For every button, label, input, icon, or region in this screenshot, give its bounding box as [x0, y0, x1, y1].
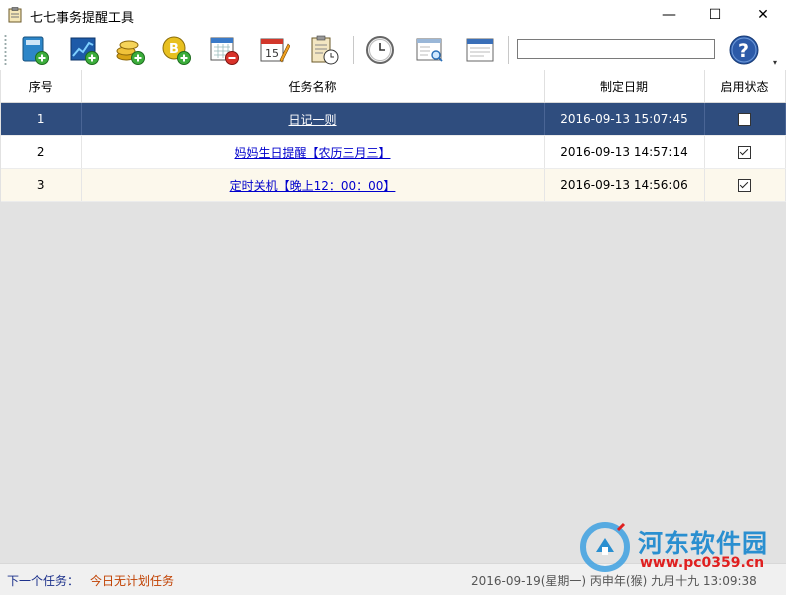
- row-date: 2016-09-13 15:07:45: [544, 102, 705, 136]
- clock-button[interactable]: [363, 33, 397, 67]
- maximize-button[interactable]: ☐: [692, 0, 738, 30]
- header-status[interactable]: 启用状态: [704, 70, 786, 103]
- table-row[interactable]: 1 日记一则 2016-09-13 15:07:45: [1, 102, 786, 136]
- add-task-button[interactable]: [17, 33, 51, 67]
- header-date[interactable]: 制定日期: [544, 70, 705, 103]
- task-schedule-button[interactable]: [307, 33, 341, 67]
- calendar-edit-icon: 15: [260, 38, 290, 63]
- row-status-cell: [704, 102, 786, 136]
- svg-text:?: ?: [738, 40, 749, 62]
- add-bitcoin-icon: B: [162, 36, 191, 65]
- svg-text:B: B: [169, 42, 179, 57]
- add-chart-icon: [70, 37, 99, 65]
- next-task-value: 今日无计划任务: [90, 574, 175, 588]
- add-coins-icon: [116, 40, 145, 65]
- task-name-link[interactable]: 定时关机【晚上12：00：00】: [230, 179, 396, 193]
- clipboard-app-icon: [8, 7, 22, 23]
- toolbar: B 15 ? ▾: [0, 30, 786, 70]
- help-button[interactable]: ?: [727, 33, 761, 67]
- window-button[interactable]: [463, 33, 497, 67]
- row-date: 2016-09-13 14:56:06: [544, 168, 705, 202]
- enabled-checkbox[interactable]: [738, 179, 751, 192]
- add-coins-button[interactable]: [113, 33, 147, 67]
- watermark: 河东软件园 www.pc0359.cn: [578, 518, 782, 572]
- row-status-cell: [704, 135, 786, 169]
- add-chart-button[interactable]: [67, 33, 101, 67]
- search-window-button[interactable]: [413, 33, 447, 67]
- row-no: 2: [1, 135, 82, 169]
- row-task-name-cell: 日记一则: [81, 102, 545, 136]
- delete-task-button[interactable]: [207, 33, 241, 67]
- edit-date-button[interactable]: 15: [257, 33, 291, 67]
- task-name-link[interactable]: 日记一则: [288, 113, 336, 127]
- header-task-name[interactable]: 任务名称: [81, 70, 545, 103]
- toolbar-grip[interactable]: [4, 34, 7, 66]
- watermark-url: www.pc0359.cn: [640, 555, 765, 571]
- table-row[interactable]: 2 妈妈生日提醒【农历三月三】 2016-09-13 14:57:14: [1, 135, 786, 169]
- window-title: 七七事务提醒工具: [30, 11, 135, 26]
- row-date: 2016-09-13 14:57:14: [544, 135, 705, 169]
- enabled-checkbox[interactable]: [738, 146, 751, 159]
- window-search-icon: [416, 38, 443, 62]
- toolbar-overflow-icon[interactable]: ▾: [773, 58, 777, 67]
- clipboard-clock-icon: [311, 35, 339, 65]
- search-input[interactable]: [517, 39, 715, 59]
- enabled-checkbox[interactable]: [738, 113, 751, 126]
- minimize-button[interactable]: —: [646, 0, 692, 30]
- add-bitcoin-button[interactable]: B: [159, 33, 193, 67]
- row-no: 1: [1, 102, 82, 136]
- table-row[interactable]: 3 定时关机【晚上12：00：00】 2016-09-13 14:56:06: [1, 168, 786, 202]
- toolbar-separator: [353, 36, 354, 64]
- row-no: 3: [1, 168, 82, 202]
- row-task-name-cell: 定时关机【晚上12：00：00】: [81, 168, 545, 202]
- title-bar: 七七事务提醒工具 — ☐ ✕: [0, 0, 786, 30]
- task-name-link[interactable]: 妈妈生日提醒【农历三月三】: [234, 146, 390, 160]
- watermark-logo-icon: [580, 522, 630, 572]
- clock-icon: [366, 36, 394, 64]
- add-notebook-icon: [22, 36, 49, 65]
- svg-text:15: 15: [265, 47, 279, 60]
- header-row: 序号 任务名称 制定日期 启用状态: [1, 70, 786, 103]
- close-button[interactable]: ✕: [740, 0, 786, 30]
- next-task-label: 下一个任务：: [7, 574, 80, 588]
- toolbar-separator: [508, 36, 509, 64]
- window-icon: [466, 38, 494, 62]
- task-table: 序号 任务名称 制定日期 启用状态 1 日记一则 2016-09-13 15:0…: [1, 70, 786, 202]
- help-icon: ?: [729, 35, 759, 65]
- remove-calendar-icon: [210, 37, 239, 65]
- status-datetime: 2016-09-19(星期一) 丙申年(猴) 九月十九 13:09:38: [471, 574, 757, 588]
- row-task-name-cell: 妈妈生日提醒【农历三月三】: [81, 135, 545, 169]
- row-status-cell: [704, 168, 786, 202]
- task-grid: 序号 任务名称 制定日期 启用状态 1 日记一则 2016-09-13 15:0…: [0, 70, 786, 563]
- header-no[interactable]: 序号: [1, 70, 82, 103]
